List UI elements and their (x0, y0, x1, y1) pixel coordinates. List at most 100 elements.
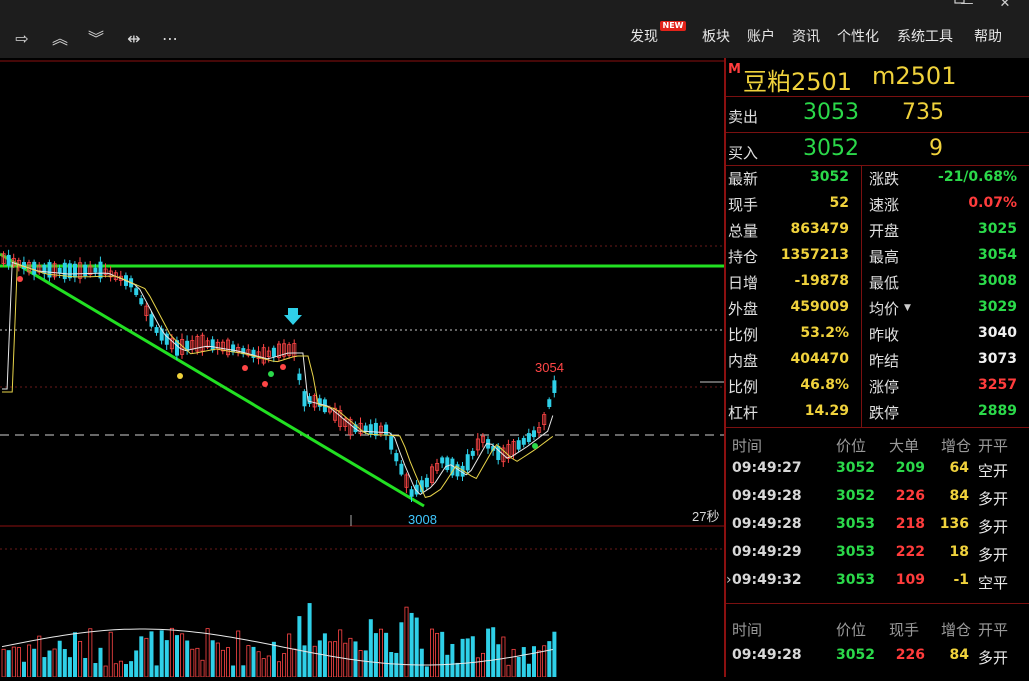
column-header: 现手 (889, 621, 920, 639)
kline-svg[interactable]: 3054 3008 27秒 (0, 58, 724, 678)
stat-label: 涨停 (869, 378, 900, 396)
stat-value: 404470 (790, 351, 849, 367)
volume-bar (88, 628, 93, 678)
candle (98, 261, 103, 279)
column-header: 开平 (978, 621, 1009, 639)
candle (297, 373, 302, 381)
tick-time: 09:49:28 (732, 647, 802, 663)
chevron-down-double-icon[interactable]: ︾ (84, 28, 108, 50)
tick-time: 09:49:32 (732, 572, 802, 588)
trend-line (0, 252, 425, 508)
tick-type: 空开 (978, 462, 1009, 480)
candle (271, 347, 276, 357)
forward-icon[interactable]: ⇨ (10, 28, 34, 50)
close-icon[interactable]: ✕ (995, 0, 1015, 12)
signal-dot (280, 364, 286, 370)
candle (440, 457, 445, 464)
signal-dot (268, 371, 274, 377)
row-pointer-icon: › (726, 572, 732, 588)
volume-bar (159, 630, 164, 678)
restore-icon[interactable] (953, 0, 967, 10)
contract-code: m2501 (872, 62, 957, 90)
volume-bar (190, 648, 195, 678)
volume-bar (73, 632, 78, 678)
volume-bar (11, 646, 16, 678)
tick-price: 3052 (836, 460, 875, 476)
volume-bar (42, 657, 47, 678)
candle (409, 489, 414, 497)
stat-label: 跌停 (869, 404, 900, 422)
stat-label: 最新 (728, 170, 759, 188)
volume-bar (261, 658, 266, 678)
stat-label: 现手 (728, 196, 759, 214)
candle (445, 457, 450, 471)
split-columns-icon[interactable]: ⇹ (120, 28, 148, 50)
chevron-up-double-icon[interactable]: ︽ (48, 28, 72, 50)
volume-bar (348, 637, 353, 678)
volume-bar (521, 647, 526, 678)
candle (394, 453, 399, 462)
candle (465, 454, 470, 471)
tick-price: 3052 (836, 647, 875, 663)
menu-discover[interactable]: 发现 (630, 26, 658, 48)
menu-news[interactable]: 资讯 (792, 26, 820, 48)
stat-label: 总量 (728, 222, 759, 240)
stat-label: 内盘 (728, 352, 759, 370)
more-icon[interactable]: ⋯ (158, 28, 182, 50)
volume-bar (32, 648, 37, 678)
volume-bar (358, 650, 363, 678)
volume-bar (378, 628, 383, 678)
candle (307, 396, 312, 404)
volume-bar (129, 661, 134, 678)
market-badge: M (728, 62, 741, 77)
menu-sectors[interactable]: 板块 (702, 26, 730, 48)
tick-delta: 136 (939, 516, 969, 532)
volume-bar (78, 640, 83, 678)
tick-delta: 84 (949, 488, 969, 504)
tick-type: 多开 (978, 490, 1009, 508)
volume-bar (200, 659, 205, 678)
tick-price: 3053 (836, 572, 875, 588)
candle (521, 437, 526, 445)
candle (470, 450, 475, 456)
menu-system-tools[interactable]: 系统工具 (897, 26, 953, 48)
volume-bar (118, 660, 123, 678)
column-header: 时间 (732, 621, 763, 639)
stat-value: 3052 (810, 169, 849, 185)
menu-account[interactable]: 账户 (747, 26, 775, 48)
volume-bar (312, 645, 317, 678)
buy-price: 3052 (803, 136, 859, 161)
tick-type: 多开 (978, 649, 1009, 667)
volume-bar (547, 641, 552, 678)
volume-bar (470, 636, 475, 678)
volume-bar (144, 637, 149, 678)
volume-bar (210, 640, 215, 678)
volume-bar (67, 657, 72, 678)
menu-help[interactable]: 帮助 (974, 26, 1002, 48)
volume-bar (174, 635, 179, 678)
volume-bar (241, 665, 246, 678)
volume-bars (1, 603, 557, 678)
volume-bar (271, 641, 276, 678)
candle (302, 391, 307, 407)
volume-bar (108, 631, 113, 678)
menu-personalize[interactable]: 个性化 (837, 26, 879, 48)
volume-bar (93, 663, 98, 678)
candle (134, 288, 139, 296)
candle (547, 399, 552, 408)
stat-label: 昨结 (869, 352, 900, 370)
tick-type: 空平 (978, 574, 1009, 592)
stat-label: 最高 (869, 248, 900, 266)
candle (73, 263, 78, 278)
kline-chart[interactable]: 3054 3008 27秒 (0, 58, 724, 678)
stat-value: 3257 (978, 377, 1017, 393)
candle (496, 446, 501, 460)
low-price-label: 3008 (408, 512, 437, 527)
caret-down-icon[interactable]: ▼ (904, 303, 911, 313)
down-arrow-marker (284, 308, 302, 325)
candle (516, 440, 521, 450)
stat-label: 日增 (728, 274, 759, 292)
volume-bar (37, 635, 42, 678)
signal-dot (242, 365, 248, 371)
volume-bar (475, 657, 480, 678)
